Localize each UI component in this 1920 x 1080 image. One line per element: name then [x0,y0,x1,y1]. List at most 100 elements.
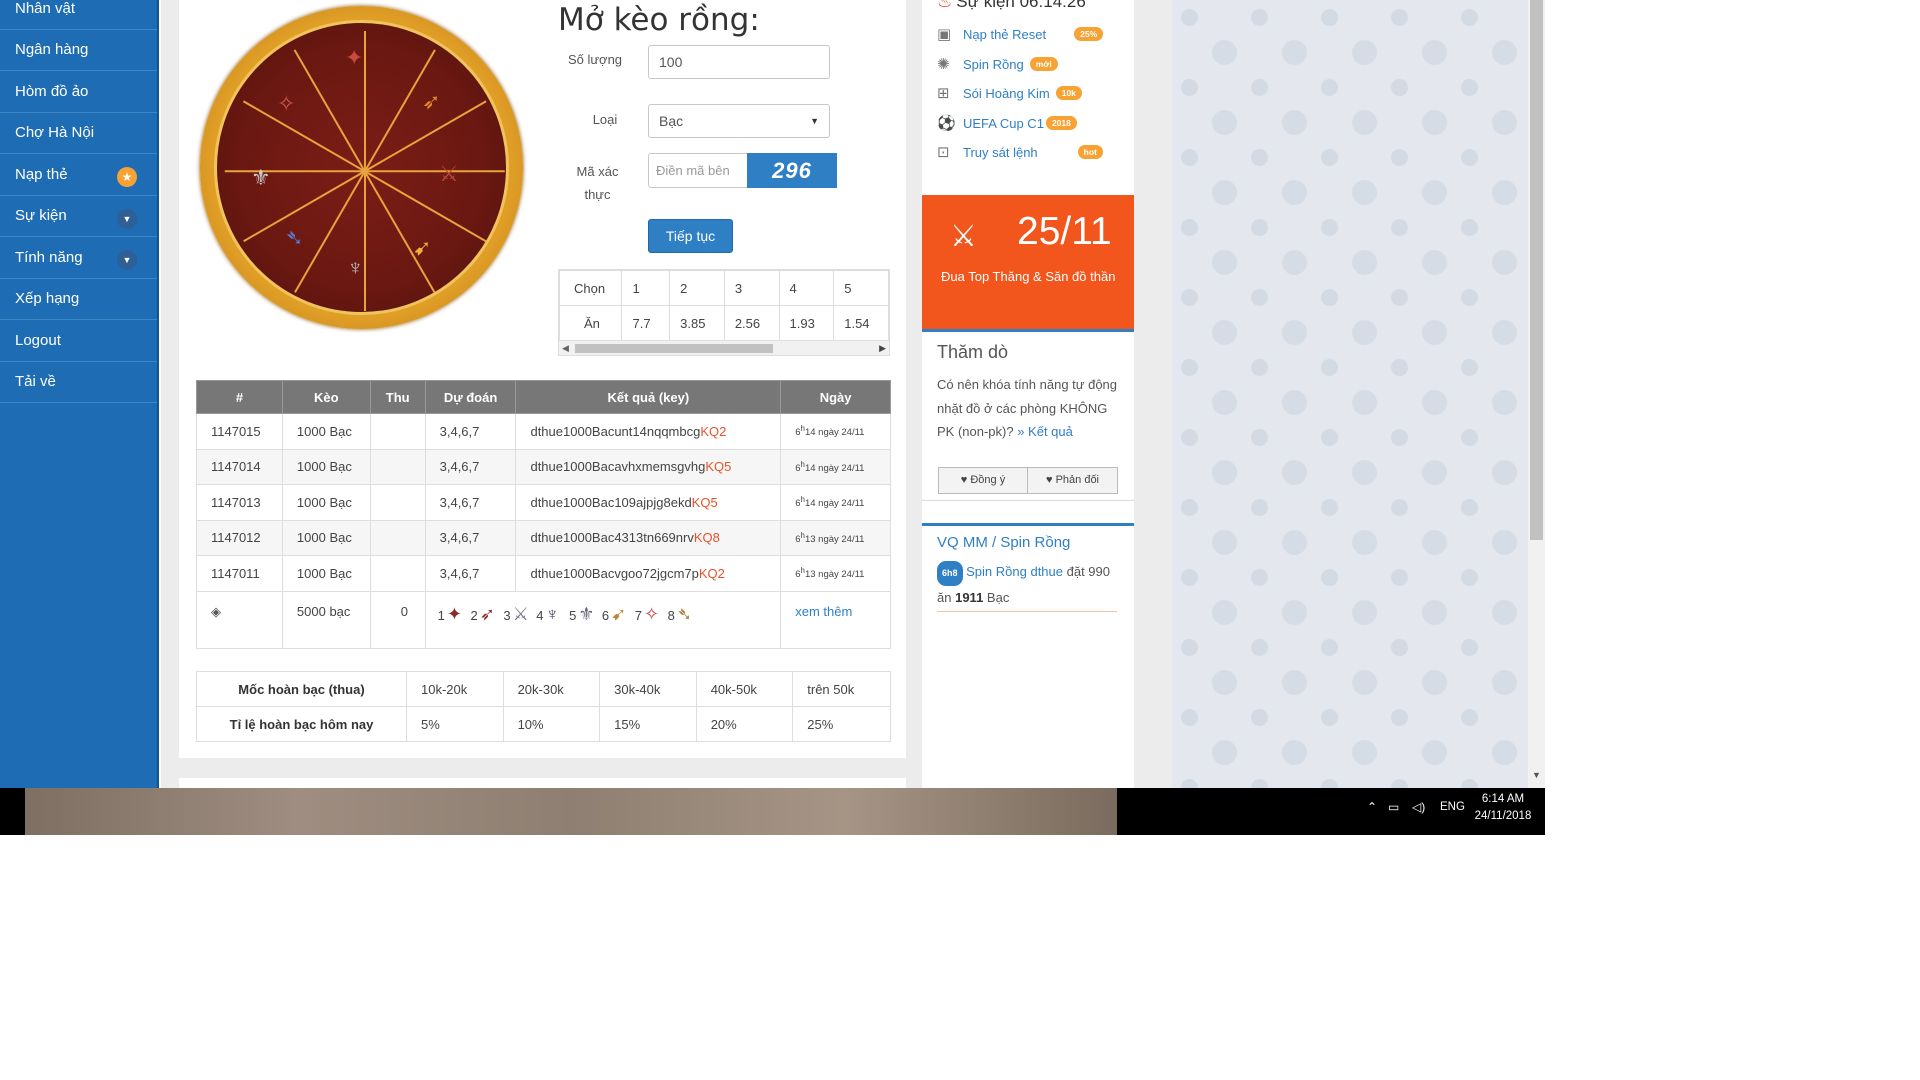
column-header: Ngày [780,380,891,414]
continue-button[interactable]: Tiếp tục [648,219,733,253]
sidebar-item-character[interactable]: Nhân vật [0,0,157,30]
row-date: 6h14 ngày 24/11 [780,413,891,450]
network-icon[interactable]: ▭ [1388,800,1399,814]
key-text: dthue1000Bac109ajpjg8ekd [530,494,692,510]
poll-question: Có nên khóa tính năng tự động nhặt đồ ở … [937,377,1118,439]
captcha-label: Mã xác thực [570,160,625,206]
weapon-icon: ⚜ [251,165,271,190]
sidebar-item-features[interactable]: Tính năng ▼ [0,237,157,279]
scroll-down-icon[interactable]: ▼ [1532,770,1541,780]
page-title: Mở kèo rồng: [558,2,760,38]
type-label: Loại [592,112,618,127]
refund-tier: trên 50k [792,671,891,707]
weapon-icon: ➶ [479,603,495,624]
sidebar-item-label: Hòm đồ ảo [15,82,89,100]
volume-icon[interactable]: ◁) [1412,800,1425,814]
taskbar-clock[interactable]: 6:14 AM 24/11/2018 [1468,791,1538,825]
spinner-icon: ✺ [937,56,950,73]
refund-rate: 20% [695,706,794,742]
sidebar-item-label: Xếp hạng [15,290,80,308]
type-select[interactable]: Bạc ▼ [648,104,830,138]
sidebar-item-label: Ngân hàng [15,41,89,59]
sidebar-item-bank[interactable]: Ngân hàng [0,30,157,71]
promo-date: 25/11 [1017,210,1112,253]
event-item-golden-wolf[interactable]: ⊞ Sói Hoàng Kim 10k [937,84,1082,102]
refund-tier: 20k-30k [502,671,601,707]
poll-panel: Thăm dò Có nên khóa tính năng tự động nh… [922,335,1134,501]
row-thu [369,555,426,592]
chevron-down-icon: ▼ [117,208,137,229]
type-select-value: Bạc [659,113,684,129]
event-item-spin-dragon[interactable]: ✺ Spin Rồng mới [937,55,1058,73]
event-item-hunt-order[interactable]: ⊡ Truy sát lệnh hot [937,143,1103,161]
weapon-icon: ⚜ [578,603,595,624]
odds-payout: 7.7 [621,305,671,341]
row-date: 6h13 ngày 24/11 [780,519,891,556]
row-key: dthue1000Bac109ajpjg8ekdKQ5 [515,484,782,521]
row-key: dthue1000Bacunt14nqqmbcgKQ2 [515,413,782,450]
agree-button[interactable]: ♥ Đồng ý [938,467,1028,494]
refund-rate: 15% [599,706,697,742]
sidebar-item-hanoi-market[interactable]: Chợ Hà Nội [0,113,157,154]
poll-result-link[interactable]: » Kết quả [1017,424,1073,439]
item-number: 6 [601,607,610,623]
row-key: dthue1000Bac4313tn669nrvKQ8 [515,519,782,556]
page-vertical-scrollbar[interactable]: ▼ [1528,0,1545,788]
promo-banner[interactable]: ⚔ 25/11 Đua Top Thăng & Săn đồ thần [922,195,1134,332]
scrollbar-thumb[interactable] [1530,0,1543,540]
quantity-input[interactable]: 100 [648,45,830,79]
background-pattern [1172,0,1528,788]
key-result: KQ5 [705,459,732,475]
odds-choice[interactable]: 5 [833,270,889,306]
dragon-wheel[interactable]: ✦ ➶ ⚔ ➹ ♆ ➴ ⚜ ✧ [200,6,523,329]
language-indicator[interactable]: ENG [1440,801,1465,813]
sidebar-item-label: Tính năng [15,248,83,266]
sidebar-item-label: Nạp thẻ [15,165,68,183]
odds-table[interactable]: Chọn 1 2 3 4 5 Ăn 7.7 3.85 2.56 1.93 1.5… [558,269,890,345]
scrollbar-thumb[interactable] [575,344,773,353]
table-row: 1147012 1000 Bạc 3,4,6,7 dthue1000Bac431… [196,519,891,556]
item-number: 2 [470,607,478,623]
event-item-topup-reset[interactable]: ▣ Nạp thẻ Reset 25% [937,25,1104,43]
table-row: 1147015 1000 Bạc 3,4,6,7 dthue1000Bacunt… [196,413,891,450]
sidebar-item-download[interactable]: Tải về [0,362,157,403]
scroll-left-icon[interactable]: ◀ [562,341,569,355]
weapon-icon: ⚔ [512,603,529,624]
sidebar-item-logout[interactable]: Logout [0,320,157,362]
odds-choice[interactable]: 4 [778,270,835,306]
table-row: 1147011 1000 Bạc 3,4,6,7 dthue1000Bacvgo… [196,555,891,592]
event-pill: 2018 [1045,116,1077,130]
spin-entry-link[interactable]: Spin Rồng dthue [966,564,1063,579]
refund-tier: 30k-40k [599,671,697,707]
sidebar-item-label: Nhân vật [15,0,76,17]
quantity-label: Số lượng [567,52,623,67]
tray-chevron-up-icon[interactable]: ⌃ [1367,800,1377,814]
fire-icon: ♨ [937,0,953,11]
weapon-icon: ⚔ [439,161,459,186]
row-thu [369,448,426,485]
sidebar-item-events[interactable]: Sự kiện ▼ [0,196,157,237]
odds-choice[interactable]: 3 [723,270,780,306]
key-text: dthue1000Bacvgoo72jgcm7p [530,565,699,581]
sidebar-item-ranking[interactable]: Xếp hạng [0,279,157,320]
spin-title[interactable]: VQ MM / Spin Rồng [937,534,1070,551]
weapon-icon: ♆ [347,255,364,280]
odds-payout: 2.56 [723,305,780,341]
sidebar-item-topup[interactable]: Nạp thẻ ★ [0,154,157,196]
odds-choice[interactable]: 2 [669,270,725,306]
scroll-right-icon[interactable]: ▶ [879,341,886,355]
screen: Nhân vật Ngân hàng Hòm đồ ảo Chợ Hà Nội … [0,0,1545,835]
captcha-image: 296 [747,153,837,188]
key-result: KQ8 [693,530,720,546]
more-link[interactable]: xem thêm [780,590,891,649]
item-number: 3 [503,607,511,623]
odds-choice[interactable]: 1 [621,270,671,306]
disagree-button[interactable]: ♥ Phản đối [1028,467,1118,494]
odds-win-label: Ăn [559,305,623,341]
event-item-uefa-cup[interactable]: ⚽ UEFA Cup C1 2018 [937,114,1077,132]
weapon-icon: ➹ [611,603,627,624]
odds-horizontal-scrollbar[interactable]: ◀ ▶ [558,340,890,356]
robot-icon: ⊡ [937,144,950,161]
sidebar-item-virtual-chest[interactable]: Hòm đồ ảo [0,71,157,113]
captcha-input[interactable]: Điền mã bên [648,153,748,188]
